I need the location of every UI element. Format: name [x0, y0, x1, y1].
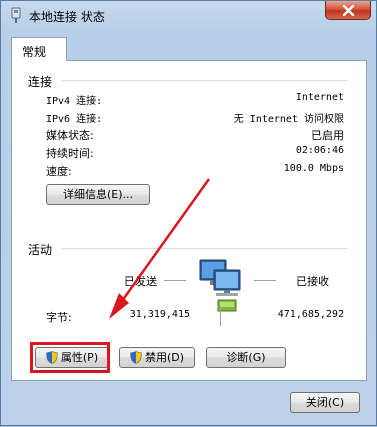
tab-general-label: 常规 [22, 45, 47, 59]
tab-general[interactable]: 常规 [11, 37, 67, 61]
status-window: 本地连接 状态 常规 连接 IPv4 连接: Internet IPv6 连接:… [0, 0, 377, 426]
close-button[interactable]: 关闭(C) [290, 392, 360, 413]
annotation-highlight-box [30, 342, 110, 373]
